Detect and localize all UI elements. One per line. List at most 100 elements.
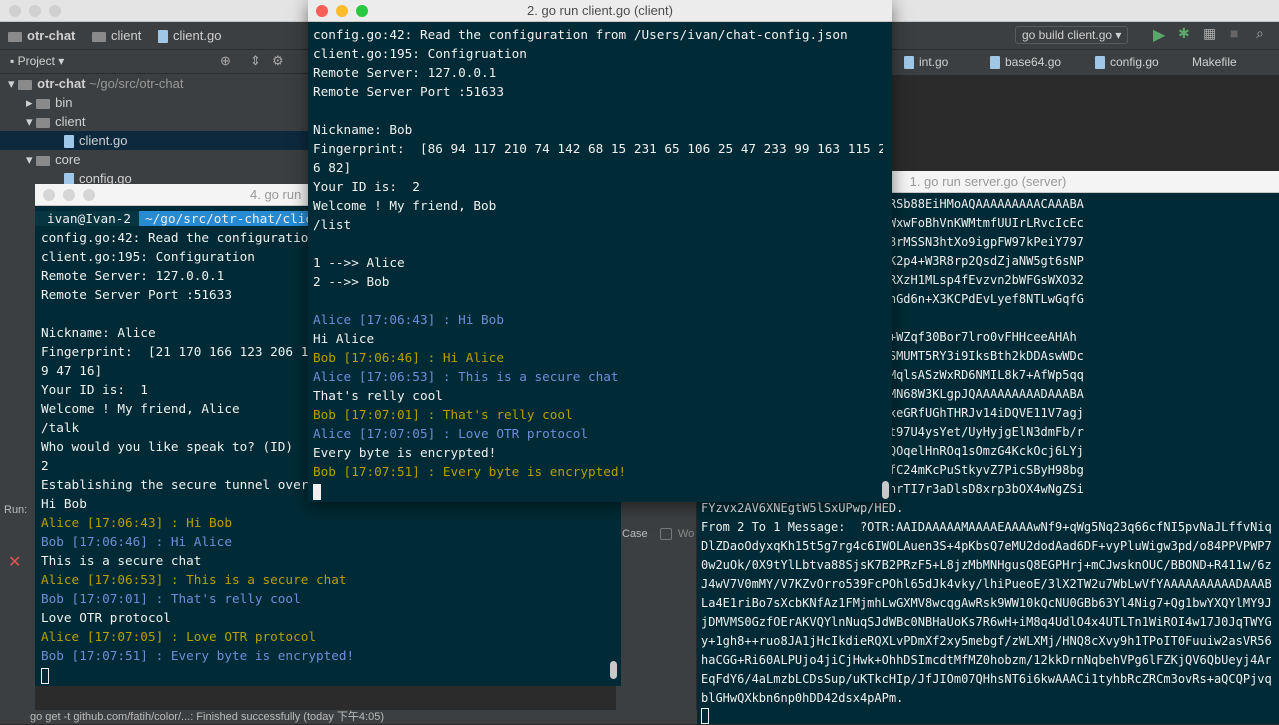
breadcrumb-file[interactable]: client.go xyxy=(158,28,221,44)
words-label: Wo xyxy=(678,528,695,540)
chat-line: Alice [17:06:53] : This is a secure chat xyxy=(41,572,347,587)
terminal-line: DlZDaoOdyxqKh15t5g7rg4c6IWOLAuen3S+4pKbs… xyxy=(701,539,1271,553)
project-toolbar: ▪ Project ▾ ⊕ ⇕ ⚙ xyxy=(0,50,310,74)
match-case-label[interactable]: Case xyxy=(622,528,648,540)
go-file-icon xyxy=(990,56,1000,70)
shell-prompt: ivan@Ivan-2 ~/go/src/otr-chat/clien xyxy=(35,209,327,228)
left-gutter xyxy=(0,184,35,500)
tree-item-client-go[interactable]: client.go xyxy=(0,131,310,150)
chat-line: Alice [17:06:53] : This is a secure chat xyxy=(313,369,619,384)
close-button[interactable] xyxy=(316,5,328,17)
prompt-path: ~/go/src/otr-chat/clien xyxy=(139,211,327,226)
terminal-line: 2 -->> Bob xyxy=(313,274,390,289)
target-icon[interactable]: ⊕ xyxy=(220,53,231,69)
search-icon[interactable]: ⌕ xyxy=(1256,25,1264,42)
stop-icon[interactable]: ■ xyxy=(1230,25,1238,41)
folder-icon xyxy=(36,117,51,128)
folder-icon xyxy=(92,31,106,42)
chat-line: Bob [17:06:46] : Hi Alice xyxy=(313,350,504,365)
tree-item-bin[interactable]: ▸ bin xyxy=(26,93,73,112)
find-bar: Case Wo xyxy=(616,500,696,710)
chat-line: Alice [17:07:05] : Love OTR protocol xyxy=(41,629,316,644)
project-view-select[interactable]: ▪ Project ▾ xyxy=(10,54,64,68)
minimize-button[interactable] xyxy=(63,189,75,201)
run-config-select[interactable]: go build client.go ▾ xyxy=(1015,26,1129,44)
chat-line: Every byte is encrypted! xyxy=(313,445,497,460)
chat-line: This is a secure chat xyxy=(41,553,202,568)
chat-line: Alice [17:06:43] : Hi Bob xyxy=(41,515,232,530)
folder-icon xyxy=(18,79,33,90)
close-button[interactable] xyxy=(43,189,55,201)
terminal-line: Welcome ! My friend, Bob xyxy=(313,198,497,213)
zoom-button[interactable] xyxy=(83,189,95,201)
tab-makefile[interactable]: Makefile xyxy=(1192,55,1237,69)
terminal-line: J4wV7V0mMY/V7KZvOrro539FcPOhl65dJk4vky/l… xyxy=(701,577,1271,591)
server-cursor xyxy=(701,707,709,725)
bob-output: config.go:42: Read the configuration fro… xyxy=(313,25,883,500)
tree-item-client[interactable]: ▾ client xyxy=(26,112,86,131)
chat-line: Bob [17:06:46] : Hi Alice xyxy=(41,534,232,549)
chat-line: Alice [17:06:43] : Hi Bob xyxy=(313,312,504,327)
terminal-line: jDMVMS0GzfOErAKVQYlnNuqSJdWBc0NBHaUoKs7R… xyxy=(701,615,1271,629)
editor-area xyxy=(892,76,1279,171)
terminal-line: EqFdY6/4aLmzbLCDsSup/uKTkcHIp/JfJIOm07QH… xyxy=(701,672,1271,686)
go-file-icon xyxy=(904,56,914,70)
zoom-button[interactable] xyxy=(356,5,368,17)
go-file-icon xyxy=(1095,56,1105,70)
editor-tabs: int.go base64.go config.go Makefile xyxy=(892,50,1279,76)
tree-item-root[interactable]: ▾ otr-chat ~/go/src/otr-chat xyxy=(8,74,310,93)
alice-scrollbar[interactable] xyxy=(610,661,617,679)
terminal-line: 0w2uOk/0X9tYlLbtva88SjsK7B2PRzF5+L8jzMbM… xyxy=(701,558,1271,572)
tab-config-go[interactable]: config.go xyxy=(1095,55,1159,70)
tree-item-core[interactable]: ▾ core xyxy=(26,150,80,169)
coverage-icon[interactable]: ▦ xyxy=(1203,25,1216,42)
status-bar: go get -t github.com/fatih/color/...: Fi… xyxy=(0,710,700,724)
terminal-line: config.go:42: Read the configuration fro… xyxy=(313,27,848,42)
terminal-line: Your ID is: 2 xyxy=(313,179,420,194)
go-file-icon xyxy=(158,30,168,44)
settings-icon[interactable]: ⚙ xyxy=(272,53,284,69)
terminal-line: blGHwQXkbn6np0hDD42dsx4pAPm. xyxy=(701,691,904,705)
run-icon[interactable]: ▶ xyxy=(1153,25,1165,45)
close-button[interactable] xyxy=(9,5,21,17)
bob-scrollbar[interactable] xyxy=(882,481,889,499)
terminal-line: haCGG+Ri60ALPUjo4jiCjHwk+OhhDSImcdtMfMZ0… xyxy=(701,653,1271,667)
go-file-icon xyxy=(64,135,74,149)
terminal-line: From 2 To 1 Message: ?OTR:AAIDAAAAAMAAAA… xyxy=(701,520,1271,534)
run-toolbar: Run: ✕ xyxy=(0,500,35,710)
folder-icon xyxy=(8,31,22,42)
debug-icon[interactable]: ✱ xyxy=(1178,25,1190,42)
terminal-cursor xyxy=(313,481,883,500)
breadcrumb-project[interactable]: otr-chat xyxy=(8,28,75,43)
terminal-line: Remote Server: 127.0.0.1 xyxy=(313,65,497,80)
chat-line: Bob [17:07:01] : That's relly cool xyxy=(313,407,573,422)
close-run-icon[interactable]: ✕ xyxy=(8,552,21,572)
zoom-button[interactable] xyxy=(49,5,61,17)
chat-line: Bob [17:07:51] : Every byte is encrypted… xyxy=(313,464,627,479)
terminal-line: 1 -->> Alice xyxy=(313,255,405,270)
folder-icon xyxy=(36,155,51,166)
minimize-button[interactable] xyxy=(29,5,41,17)
terminal-line: /list xyxy=(313,217,352,232)
minimize-button[interactable] xyxy=(336,5,348,17)
tab-int-go[interactable]: int.go xyxy=(904,55,948,70)
terminal-line: 6 82] xyxy=(313,160,352,175)
words-checkbox[interactable] xyxy=(660,528,672,540)
prompt-user: ivan@Ivan-2 xyxy=(35,211,140,226)
terminal-line: La4E1riBo7sXcbKNfAz1FMjmhLwGXMV8wcqgAwRs… xyxy=(701,596,1271,610)
collapse-icon[interactable]: ⇕ xyxy=(250,53,261,69)
run-label: Run: xyxy=(4,504,28,516)
terminal-cursor xyxy=(41,665,601,684)
terminal-line: Nickname: Bob xyxy=(313,122,413,137)
terminal-line: client.go:195: Configruation xyxy=(313,46,527,61)
terminal-line: Fingerprint: [86 94 117 210 74 142 68 15… xyxy=(313,141,883,156)
breadcrumb-client[interactable]: client xyxy=(92,28,141,43)
tab-base64-go[interactable]: base64.go xyxy=(990,55,1061,70)
chat-line: Hi Alice xyxy=(313,331,375,346)
chat-line: Bob [17:07:01] : That's relly cool xyxy=(41,591,301,606)
chat-line: Alice [17:07:05] : Love OTR protocol xyxy=(313,426,588,441)
bob-terminal-window[interactable]: 2. go run client.go (client) config.go:4… xyxy=(308,0,892,502)
terminal-line: Remote Server Port :51633 xyxy=(313,84,504,99)
